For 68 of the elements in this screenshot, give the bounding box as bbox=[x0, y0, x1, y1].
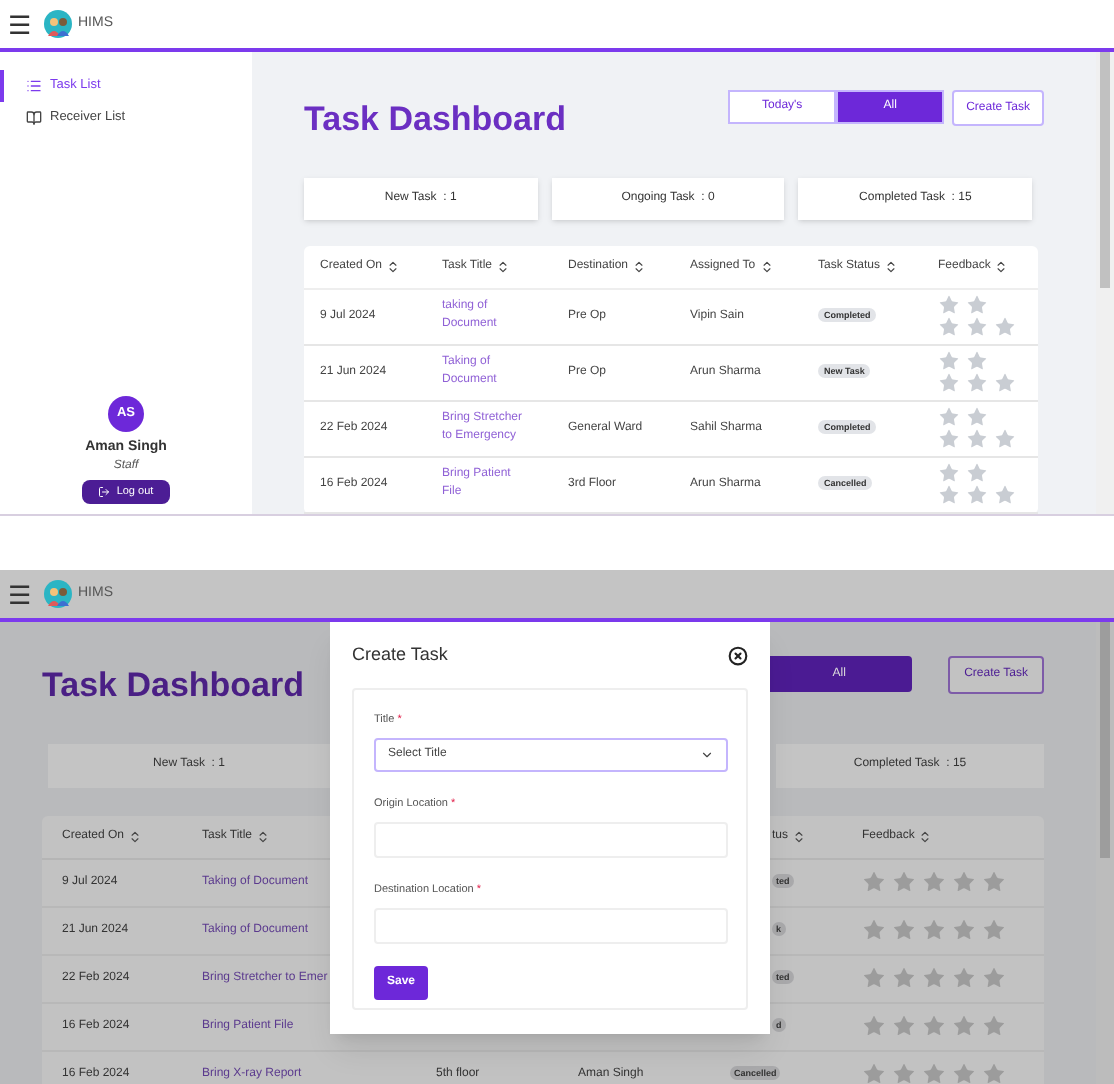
star-icon[interactable] bbox=[966, 372, 988, 394]
star-icon[interactable] bbox=[938, 406, 960, 428]
book-icon bbox=[26, 110, 42, 126]
star-icon[interactable] bbox=[952, 1062, 976, 1084]
star-icon[interactable] bbox=[892, 1014, 916, 1038]
star-icon[interactable] bbox=[938, 294, 960, 316]
menu-button[interactable]: ☰ bbox=[8, 581, 32, 607]
star-icon[interactable] bbox=[892, 870, 916, 894]
star-icon[interactable] bbox=[966, 350, 988, 372]
sort-icon[interactable] bbox=[632, 259, 647, 273]
star-icon[interactable] bbox=[982, 870, 1006, 894]
star-icon[interactable] bbox=[862, 966, 886, 990]
star-icon[interactable] bbox=[922, 870, 946, 894]
star-icon[interactable] bbox=[892, 1062, 916, 1084]
star-icon[interactable] bbox=[892, 918, 916, 942]
star-icon[interactable] bbox=[982, 918, 1006, 942]
sort-icon[interactable] bbox=[386, 259, 401, 273]
star-icon[interactable] bbox=[966, 294, 988, 316]
sort-icon[interactable] bbox=[128, 829, 143, 843]
star-icon[interactable] bbox=[922, 966, 946, 990]
sort-icon[interactable] bbox=[884, 259, 899, 273]
logout-icon bbox=[98, 486, 111, 498]
logo-icon bbox=[44, 10, 72, 38]
star-icon[interactable] bbox=[994, 372, 1016, 394]
star-icon[interactable] bbox=[994, 316, 1016, 338]
star-icon[interactable] bbox=[966, 316, 988, 338]
star-icon[interactable] bbox=[966, 484, 988, 506]
sort-icon[interactable] bbox=[918, 829, 933, 843]
sort-icon[interactable] bbox=[994, 259, 1009, 273]
scrollbar[interactable] bbox=[1096, 52, 1114, 514]
sort-icon[interactable] bbox=[256, 829, 271, 843]
star-icon[interactable] bbox=[982, 1062, 1006, 1084]
page-title: Task Dashboard bbox=[304, 98, 567, 142]
star-icon[interactable] bbox=[862, 1062, 886, 1084]
star-icon[interactable] bbox=[994, 428, 1016, 450]
close-icon[interactable] bbox=[728, 645, 748, 666]
star-icon[interactable] bbox=[938, 372, 960, 394]
star-icon[interactable] bbox=[922, 918, 946, 942]
star-icon[interactable] bbox=[952, 966, 976, 990]
star-icon[interactable] bbox=[938, 350, 960, 372]
star-icon[interactable] bbox=[952, 870, 976, 894]
sort-icon[interactable] bbox=[792, 829, 807, 843]
star-icon[interactable] bbox=[938, 462, 960, 484]
star-icon[interactable] bbox=[952, 918, 976, 942]
star-icon[interactable] bbox=[862, 918, 886, 942]
star-icon[interactable] bbox=[982, 966, 1006, 990]
star-icon[interactable] bbox=[922, 1014, 946, 1038]
logo-icon bbox=[44, 580, 72, 608]
sort-icon[interactable] bbox=[496, 259, 511, 273]
list-icon bbox=[26, 78, 42, 94]
sort-icon[interactable] bbox=[759, 259, 774, 273]
page-title: Task Dashboard bbox=[42, 664, 305, 708]
star-icon[interactable] bbox=[862, 1014, 886, 1038]
star-icon[interactable] bbox=[922, 1062, 946, 1084]
star-icon[interactable] bbox=[982, 1014, 1006, 1038]
star-icon[interactable] bbox=[966, 406, 988, 428]
chevron-down-icon bbox=[700, 747, 714, 762]
dialog-title: Create Task bbox=[352, 642, 448, 668]
star-icon[interactable] bbox=[938, 428, 960, 450]
star-icon[interactable] bbox=[952, 1014, 976, 1038]
star-icon[interactable] bbox=[938, 484, 960, 506]
menu-button[interactable]: ☰ bbox=[8, 11, 32, 37]
star-icon[interactable] bbox=[994, 484, 1016, 506]
star-icon[interactable] bbox=[966, 462, 988, 484]
star-icon[interactable] bbox=[938, 316, 960, 338]
star-icon[interactable] bbox=[892, 966, 916, 990]
star-icon[interactable] bbox=[862, 870, 886, 894]
star-icon[interactable] bbox=[966, 428, 988, 450]
